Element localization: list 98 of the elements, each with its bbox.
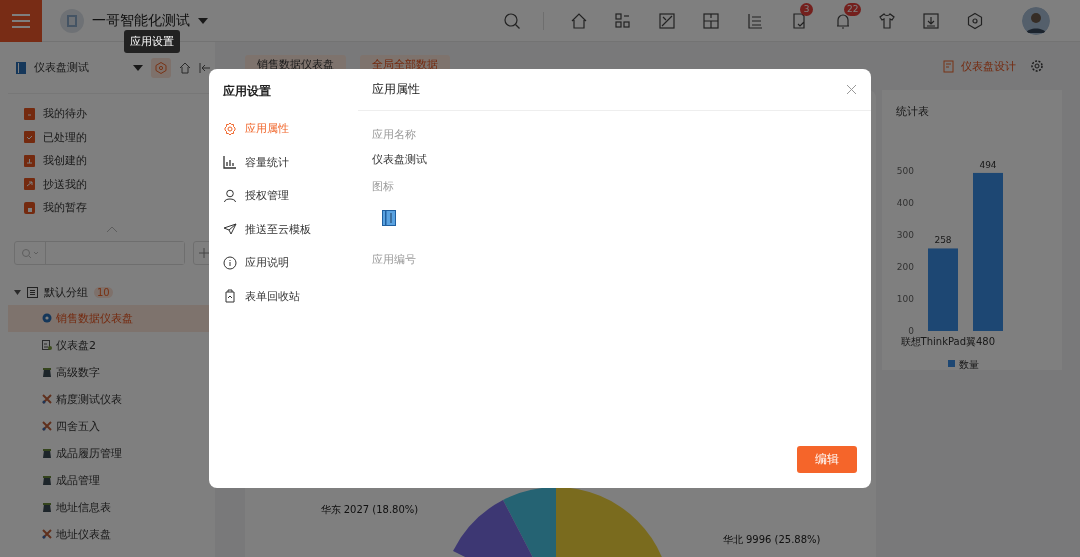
document-icon[interactable] [790,11,808,30]
menu-icon [12,13,30,28]
edit-button[interactable]: 编辑 [797,446,857,473]
user-icon [223,188,237,203]
paper-plane-icon [223,222,237,237]
shirt-icon[interactable] [878,11,896,30]
document-icon [24,154,35,167]
tools-icon [42,529,52,539]
chart-title: 统计表 [896,104,930,119]
tree-item[interactable]: 精度测试仪表 [8,385,215,413]
document-icon [24,178,35,191]
app-name[interactable]: 仪表盘测试 [34,60,89,75]
settings-button[interactable] [151,57,171,78]
plus-icon [199,247,210,258]
field-label: 应用名称 [372,127,416,142]
tools-icon [42,421,52,431]
tree-item[interactable]: 地址信息表 [8,493,215,521]
layout-icon[interactable] [702,11,720,30]
cup-icon [42,502,52,512]
axis-tick-label: 300 [896,230,914,240]
app-title[interactable]: 一哥智能化测试 [92,11,190,30]
dialog-title: 应用设置 [223,83,272,100]
expand-icon[interactable] [14,290,21,295]
pie-label: 华东 2027 (18.80%) [320,503,419,517]
avatar[interactable] [1022,6,1050,35]
hexagon-icon[interactable] [966,11,984,30]
dialog-nav-item[interactable]: 表单回收站 [223,279,358,313]
bell-icon[interactable] [834,11,852,30]
book-icon [16,61,26,74]
tree-item[interactable]: 成品履历管理 [8,439,215,467]
sidebar-item[interactable]: 已处理的 [24,125,215,149]
sidebar-item[interactable]: 我的暂存 [24,196,215,220]
category-label: 翼480 [966,336,996,347]
dialog-nav-item[interactable]: 授权管理 [223,179,358,213]
document-icon [24,201,35,214]
collapse-icon[interactable] [199,61,211,74]
tools-icon [42,394,52,404]
axis-tick-label: 400 [896,198,914,208]
notification-badge: 22 [844,2,862,16]
document-icon [24,131,35,144]
legend-swatch [948,360,955,367]
app-icon[interactable] [382,210,396,226]
data-label: 258 [934,235,952,246]
home-icon[interactable] [570,11,588,30]
caret-icon[interactable] [198,17,208,24]
tree-group[interactable]: 默认分组 10 [8,280,215,305]
chart-icon [42,340,52,350]
chart-icon[interactable] [658,11,676,30]
dashboard-icon [42,313,52,323]
app-logo-icon [60,8,84,33]
download-icon[interactable] [922,11,940,30]
home-icon[interactable] [179,61,191,74]
field-label: 图标 [372,179,394,194]
hexagon-icon [155,61,167,74]
dialog-nav-item[interactable]: 应用属性 [223,112,358,146]
dialog-nav-item[interactable]: 推送至云模板 [223,212,358,246]
grid-icon[interactable] [614,11,632,30]
bar-chart-icon [223,155,237,170]
category-label: 联想ThinkPad [900,336,966,347]
list-icon[interactable] [746,11,764,30]
design-link[interactable]: 仪表盘设计 [943,58,1016,74]
sidebar-item[interactable]: 我创建的 [24,149,215,173]
tree-item[interactable]: 高级数字 [8,358,215,386]
recycle-bin-icon [223,289,237,304]
cup-icon [42,475,52,485]
field-value: 仪表盘测试 [372,152,427,167]
search-field[interactable] [14,240,186,265]
menu-button[interactable] [0,0,42,42]
section-title: 应用属性 [372,81,420,98]
tree-item[interactable]: 成品管理 [8,466,215,494]
search-icon[interactable] [503,11,521,30]
field-label: 应用编号 [372,252,416,267]
tree-item[interactable]: 地址仪表盘 [8,520,215,548]
axis-tick-label: 0 [908,326,914,336]
folder-icon [27,287,38,298]
document-icon [24,107,35,120]
data-label: 494 [979,159,997,170]
notification-badge: 3 [800,2,813,16]
dialog-nav-item[interactable]: 容量统计 [223,145,358,179]
cup-icon [42,367,52,377]
axis-tick-label: 500 [896,166,914,176]
legend-label: 数量 [959,359,979,370]
sidebar-item[interactable]: 我的待办 [24,102,215,126]
info-icon [223,255,237,270]
axis-tick-label: 100 [896,294,914,304]
tree-item[interactable]: 四舍五入 [8,412,215,440]
pie-label: 华北 9996 (25.88%) [722,533,821,547]
tooltip: 应用设置 [124,30,180,53]
cup-icon [42,448,52,458]
close-icon[interactable] [847,85,856,94]
document-icon [943,59,955,73]
gear-icon [223,121,237,136]
count-badge: 10 [94,287,113,298]
axis-tick-label: 200 [896,262,914,272]
dialog-nav-item[interactable]: 应用说明 [223,246,358,280]
sidebar-item[interactable]: 抄送我的 [24,172,215,196]
caret-icon[interactable] [133,64,143,71]
settings-icon[interactable] [1030,59,1044,73]
